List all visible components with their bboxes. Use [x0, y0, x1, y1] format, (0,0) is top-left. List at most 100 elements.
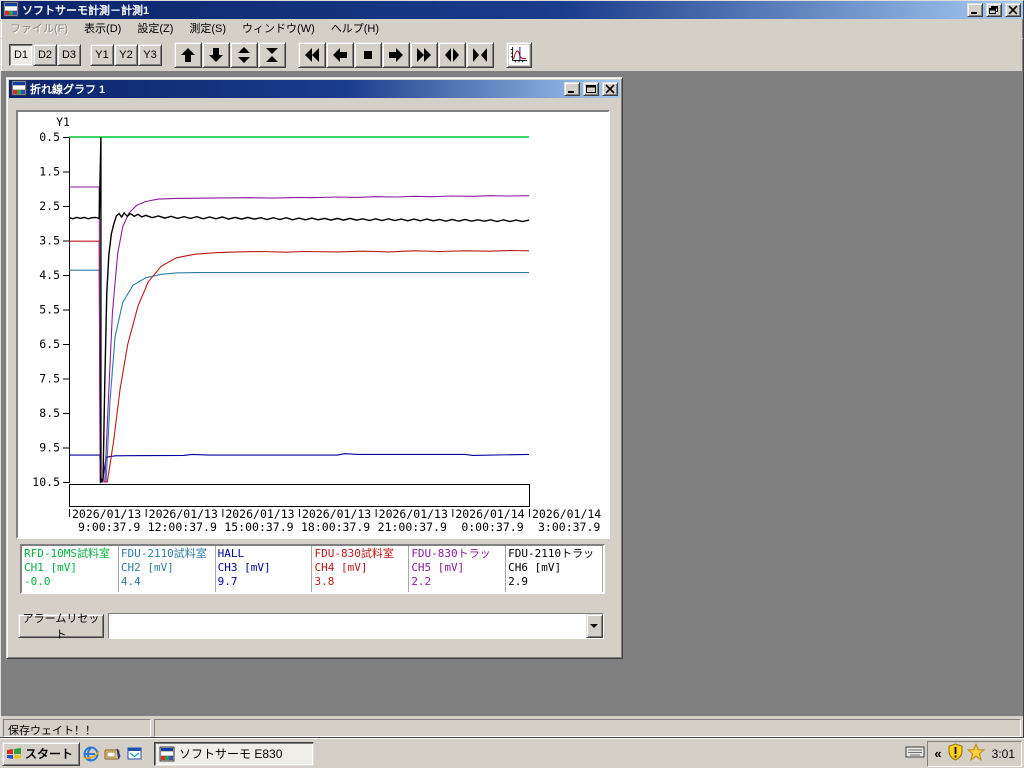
step-forward-button[interactable]: [382, 42, 410, 68]
legend-channel-4: FDU-830試料室CH4 [mV]3.8: [312, 546, 409, 592]
axis-button-y3[interactable]: Y3: [138, 44, 162, 66]
scroll-down-button[interactable]: [202, 42, 230, 68]
tray-overflow-chevron[interactable]: «: [932, 746, 943, 761]
legend-channel-6: FDU-2110トラッCH6 [mV]2.9: [506, 546, 603, 592]
legend-channel-label: CH3 [mV]: [218, 561, 310, 575]
step-back-icon: [332, 47, 348, 63]
legend-channel-5: FDU-830トラッCH5 [mV]2.2: [409, 546, 506, 592]
graph-display-button[interactable]: [506, 42, 532, 68]
axis-button-y1[interactable]: Y1: [90, 44, 114, 66]
expand-horizontal-icon: [444, 47, 460, 63]
graph-maximize-button[interactable]: [583, 82, 599, 96]
legend-channel-label: CH2 [mV]: [121, 561, 213, 575]
close-button[interactable]: [1005, 3, 1021, 17]
data-button-d2[interactable]: D2: [33, 44, 57, 66]
show-desktop-icon[interactable]: [102, 742, 124, 766]
app-window: ソフトサーモ計測－計測1 ファイル(F)表示(D)設定(Z)測定(S)ウィンドウ…: [0, 0, 1024, 738]
y-tick-label: 7.5: [39, 372, 60, 386]
menu-item-4[interactable]: ウィンドウ(W): [234, 18, 323, 39]
graph-minimize-button[interactable]: [564, 82, 580, 96]
scroll-up-button[interactable]: [174, 42, 202, 68]
x-tick-time: 3:00:37.9: [538, 520, 600, 534]
x-tick-date: 2026/01/14: [455, 507, 524, 521]
series-ch3: [69, 454, 529, 481]
toolbar-separator: [162, 55, 174, 56]
step-back-button[interactable]: [326, 42, 354, 68]
legend-name: RFD-10MS試料室: [24, 547, 116, 561]
expand-vertical-button[interactable]: [230, 42, 258, 68]
toolbar-separator: [286, 55, 298, 56]
y-tick-label: 5.5: [39, 303, 60, 317]
task-button-softthermo[interactable]: ソフトサーモ E830: [154, 742, 314, 766]
series-ch2: [69, 270, 529, 482]
step-forward-icon: [388, 47, 404, 63]
data-button-d3[interactable]: D3: [57, 44, 81, 66]
star-icon[interactable]: [967, 743, 985, 764]
y-tick-label: 8.5: [39, 406, 60, 420]
x-tick-date: 2026/01/13: [302, 507, 371, 521]
alarm-combo-value: [109, 614, 586, 638]
data-button-d1[interactable]: D1: [9, 44, 33, 66]
menu-item-2[interactable]: 設定(Z): [129, 18, 181, 39]
mdi-client-area: 折れ線グラフ 1 Y10.51.52.53.54.55.56.57.58.59.…: [1, 71, 1023, 715]
y-tick-label: 0.5: [39, 130, 60, 144]
stop-icon: [360, 47, 376, 63]
main-titlebar: ソフトサーモ計測－計測1: [1, 1, 1023, 19]
tray-panel: « 3:01: [927, 741, 1022, 767]
x-tick-time: 21:00:37.9: [378, 520, 447, 534]
compress-horizontal-icon: [472, 47, 488, 63]
legend-current-value: 3.8: [314, 575, 406, 589]
legend-name: FDU-830試料室: [314, 547, 406, 561]
task-button-label: ソフトサーモ E830: [179, 745, 282, 762]
graph-window-titlebar: 折れ線グラフ 1: [9, 80, 620, 98]
ime-keyboard-icon[interactable]: [905, 744, 925, 763]
compress-vertical-button[interactable]: [258, 42, 286, 68]
y-tick-label: 1.5: [39, 165, 60, 179]
menu-item-3[interactable]: 測定(S): [181, 18, 234, 39]
restore-button[interactable]: [986, 3, 1002, 17]
status-extra-panel: [154, 719, 1021, 737]
x-tick-date: 2026/01/13: [379, 507, 448, 521]
start-button[interactable]: スタート: [2, 742, 80, 766]
security-shield-icon[interactable]: [947, 743, 964, 764]
legend-current-value: 4.4: [121, 575, 213, 589]
y-axis-title: Y1: [56, 115, 70, 129]
legend-current-value: 2.2: [411, 575, 503, 589]
internet-explorer-icon[interactable]: [80, 742, 102, 766]
marker-box: [70, 485, 530, 507]
chart-panel: Y10.51.52.53.54.55.56.57.58.59.510.52026…: [16, 110, 610, 539]
line-chart: Y10.51.52.53.54.55.56.57.58.59.510.52026…: [18, 112, 608, 537]
seek-start-button[interactable]: [298, 42, 326, 68]
legend-name: FDU-830トラッ: [411, 547, 503, 561]
main-window-title: ソフトサーモ計測－計測1: [22, 2, 964, 18]
series-ch4: [69, 241, 529, 482]
x-tick-time: 12:00:37.9: [148, 520, 217, 534]
task-app-icon: [159, 746, 175, 762]
x-tick-time: 15:00:37.9: [224, 520, 293, 534]
menu-item-1[interactable]: 表示(D): [76, 18, 129, 39]
legend-channel-label: CH4 [mV]: [314, 561, 406, 575]
combo-dropdown-button[interactable]: [586, 614, 603, 638]
legend-channel-3: HALLCH3 [mV]9.7: [216, 546, 313, 592]
menu-item-5[interactable]: ヘルプ(H): [323, 18, 387, 39]
y-tick-label: 9.5: [39, 441, 60, 455]
minimize-button[interactable]: [967, 3, 983, 17]
outlook-express-icon[interactable]: [124, 742, 146, 766]
y-tick-label: 10.5: [32, 475, 60, 489]
stop-button[interactable]: [354, 42, 382, 68]
y-tick-label: 3.5: [39, 234, 60, 248]
graph-close-button[interactable]: [602, 82, 618, 96]
graph-window-icon: [11, 80, 27, 99]
alarm-combo[interactable]: [108, 613, 604, 639]
expand-horizontal-button[interactable]: [438, 42, 466, 68]
seek-end-button[interactable]: [410, 42, 438, 68]
y-tick-label: 2.5: [39, 199, 60, 213]
alarm-reset-button[interactable]: アラームリセット: [18, 614, 104, 638]
y-tick-label: 6.5: [39, 337, 60, 351]
compress-horizontal-button[interactable]: [466, 42, 494, 68]
app-icon: [3, 1, 19, 20]
legend-channel-1: RFD-10MS試料室CH1 [mV]-0.0: [22, 546, 119, 592]
clock[interactable]: 3:01: [988, 747, 1015, 761]
axis-button-y2[interactable]: Y2: [114, 44, 138, 66]
windows-logo-icon: [6, 746, 22, 761]
